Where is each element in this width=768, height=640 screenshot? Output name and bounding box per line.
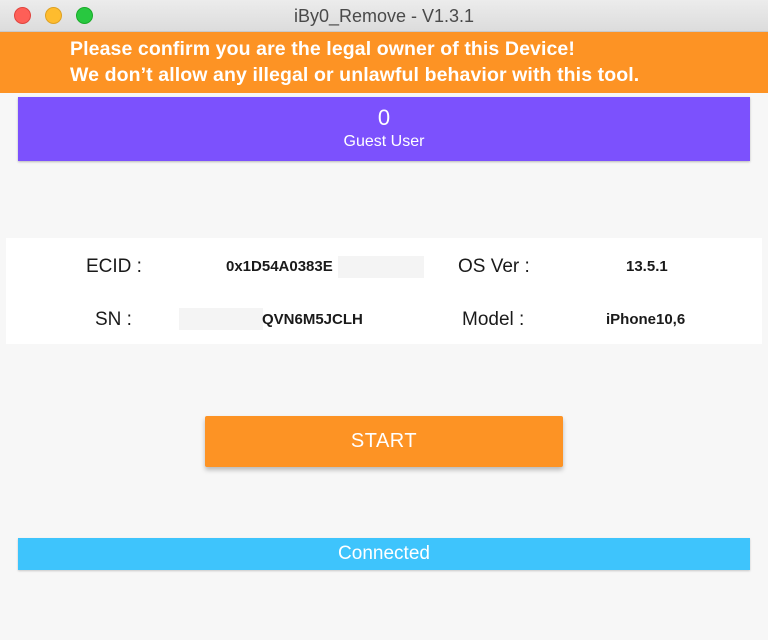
ecid-value: 0x1D54A0383E	[226, 258, 333, 275]
start-button[interactable]: START	[205, 416, 563, 467]
os-version-label: OS Ver :	[458, 256, 530, 277]
ecid-label: ECID :	[86, 256, 142, 277]
model-label: Model :	[462, 309, 525, 330]
sn-label: SN :	[95, 309, 132, 330]
warning-line-1: Please confirm you are the legal owner o…	[70, 38, 575, 60]
title-bar[interactable]: iBy0_Remove - V1.3.1	[0, 0, 768, 32]
device-info-panel: ECID : 0x1D54A0383E OS Ver : 13.5.1 SN :…	[6, 238, 762, 344]
user-label: Guest User	[343, 133, 425, 150]
window-title: iBy0_Remove - V1.3.1	[293, 6, 475, 26]
sn-redaction	[179, 308, 263, 330]
ecid-redaction	[338, 256, 424, 278]
user-count: 0	[377, 105, 391, 130]
user-panel: 0 Guest User	[18, 97, 750, 161]
model-value: iPhone10,6	[606, 311, 686, 328]
legal-warning-banner: Please confirm you are the legal owner o…	[0, 32, 768, 93]
connection-status-bar: Connected	[18, 538, 750, 570]
os-version-value: 13.5.1	[626, 258, 668, 275]
app-window: iBy0_Remove - V1.3.1 Please confirm you …	[0, 0, 768, 640]
warning-line-2: We don’t allow any illegal or unlawful b…	[70, 64, 640, 86]
sn-value: QVN6M5JCLH	[262, 311, 363, 328]
